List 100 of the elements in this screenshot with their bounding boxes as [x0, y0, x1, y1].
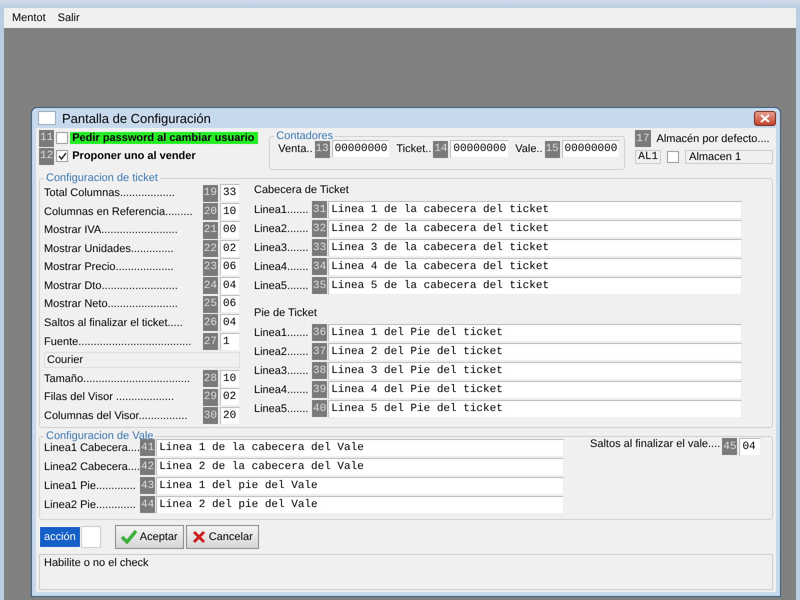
- field-label: Linea4.......: [254, 260, 310, 272]
- field-number: 42: [140, 458, 156, 475]
- input-field[interactable]: Linea 3 de la cabecera del ticket: [328, 238, 742, 256]
- field-number: 40: [312, 400, 328, 417]
- field-number: 36: [312, 324, 328, 341]
- field-label: Mostrar Unidades..............: [44, 242, 175, 255]
- field-number: 27: [202, 333, 218, 350]
- close-button[interactable]: [754, 110, 776, 126]
- input-field[interactable]: Linea 5 de la cabecera del ticket: [328, 276, 742, 294]
- field-number: 30: [202, 407, 218, 424]
- field-label: Saltos al finalizar el vale....: [590, 438, 720, 450]
- input-field[interactable]: Linea 5 del Pie del ticket: [328, 400, 742, 418]
- field-label: Fuente.....................................: [44, 336, 192, 348]
- status-bar: Habilite o no el check: [39, 554, 773, 590]
- field-label: Linea2.......: [254, 222, 310, 234]
- input-field[interactable]: 00000000: [332, 140, 390, 158]
- field-number: 21: [202, 222, 218, 239]
- checkmark-icon: [120, 530, 137, 544]
- checkbox-label: Pedir password al cambiar usuario: [70, 132, 258, 144]
- field-number: 19: [202, 184, 218, 202]
- checkbox[interactable]: [56, 150, 68, 162]
- field-label: Mostrar Dto.........................: [44, 280, 179, 292]
- input-field[interactable]: 02: [220, 240, 240, 258]
- input-field[interactable]: 00: [220, 221, 240, 240]
- field-label: Mostrar Precio...................: [44, 261, 175, 274]
- section-title: Pie de Ticket: [254, 306, 318, 321]
- field-label: Total Columnas..................: [44, 187, 176, 200]
- input-field[interactable]: Linea 1 del Pie del ticket: [328, 324, 742, 342]
- field-number: 43: [140, 477, 156, 494]
- input-field[interactable]: 04: [739, 438, 762, 456]
- field-number: 28: [202, 370, 218, 388]
- field-label: Linea1 Cabecera....: [44, 442, 140, 454]
- field-number: 35: [312, 277, 328, 294]
- checkbox[interactable]: [667, 151, 680, 163]
- field-number: 11: [39, 130, 54, 146]
- field-number: 45: [722, 438, 738, 455]
- input-field[interactable]: 00000000: [562, 140, 620, 158]
- field-label: Venta..: [278, 143, 313, 155]
- input-field[interactable]: Linea 2 del Pie del ticket: [328, 342, 742, 360]
- input-field[interactable]: 04: [220, 276, 240, 295]
- field-label: Mostrar IVA.........................: [44, 224, 179, 236]
- field-number: 34: [312, 258, 328, 275]
- input-field[interactable]: 06: [220, 258, 240, 276]
- field-number: 22: [202, 240, 218, 258]
- field-label: Linea3.......: [254, 364, 310, 376]
- group-title: Configuracion de Vale: [45, 430, 154, 442]
- field-number: 14: [433, 140, 448, 158]
- menu-item[interactable]: Mentot: [12, 12, 46, 24]
- group-title: Configuracion de ticket: [45, 172, 159, 184]
- field-label: Linea5.......: [254, 402, 310, 414]
- field-number: 38: [312, 362, 328, 379]
- field-number: 39: [312, 381, 328, 398]
- field-label: Almacén por defecto....: [656, 132, 770, 144]
- input-field[interactable]: 02: [220, 388, 240, 406]
- field-label: Columnas del Visor................: [44, 410, 188, 422]
- input-field[interactable]: Linea 4 de la cabecera del ticket: [328, 258, 742, 276]
- input-field[interactable]: 10: [220, 202, 240, 221]
- input-field[interactable]: 1: [220, 332, 240, 351]
- font-name-display: Courier: [44, 352, 240, 368]
- checkbox[interactable]: [56, 132, 68, 144]
- action-button[interactable]: acción: [39, 526, 81, 548]
- menu-item[interactable]: Salir: [58, 12, 80, 24]
- cross-icon: [192, 530, 206, 544]
- field-number: 37: [312, 343, 328, 360]
- input-field[interactable]: Linea 1 de la cabecera del ticket: [328, 200, 742, 218]
- input-field[interactable]: Linea 3 del Pie del ticket: [328, 362, 742, 380]
- field-label: Ticket..: [396, 143, 432, 155]
- field-number: 13: [314, 140, 330, 158]
- input-field[interactable]: Linea 4 del Pie del ticket: [328, 380, 742, 398]
- field-number: 29: [202, 388, 218, 406]
- field-label: Linea2 Cabecera....: [44, 460, 140, 472]
- field-label: Linea1.......: [254, 204, 310, 216]
- accept-button[interactable]: Aceptar: [114, 525, 184, 549]
- input-field[interactable]: Linea 1 de la cabecera del Vale: [156, 438, 564, 456]
- input-field[interactable]: 10: [220, 370, 240, 388]
- field-label: Vale..: [515, 143, 543, 155]
- input-field[interactable]: Linea 2 de la cabecera del ticket: [328, 220, 742, 238]
- field-label: Linea4.......: [254, 384, 310, 396]
- input-field[interactable]: 33: [220, 184, 240, 202]
- field-label: Saltos al finalizar el ticket.....: [44, 316, 184, 329]
- cancel-button[interactable]: Cancelar: [186, 525, 259, 549]
- field-label: Mostrar Neto.......................: [44, 298, 179, 310]
- field-number: 15: [544, 140, 560, 158]
- field-number: 31: [312, 201, 328, 218]
- field-number: 17: [635, 130, 650, 147]
- field-label: Linea5.......: [254, 280, 310, 292]
- field-label: Linea2 Pie.............: [44, 498, 137, 510]
- input-field[interactable]: 00000000: [450, 140, 510, 158]
- input-field[interactable]: 04: [220, 314, 240, 332]
- input-field[interactable]: 06: [220, 295, 240, 314]
- close-icon: [760, 114, 770, 122]
- input-field[interactable]: Linea 2 de la cabecera del Vale: [156, 458, 564, 476]
- input-field[interactable]: 20: [220, 406, 240, 425]
- input-field[interactable]: Linea 2 del pie del Vale: [156, 496, 564, 514]
- field-label: Linea1 Pie.............: [44, 480, 137, 492]
- input-field[interactable]: Linea 1 del pie del Vale: [156, 476, 564, 494]
- input-field[interactable]: [80, 526, 101, 548]
- field-number: 33: [312, 239, 328, 256]
- field-label: Tamaño...................................: [44, 372, 192, 385]
- field-label: Linea2.......: [254, 346, 310, 358]
